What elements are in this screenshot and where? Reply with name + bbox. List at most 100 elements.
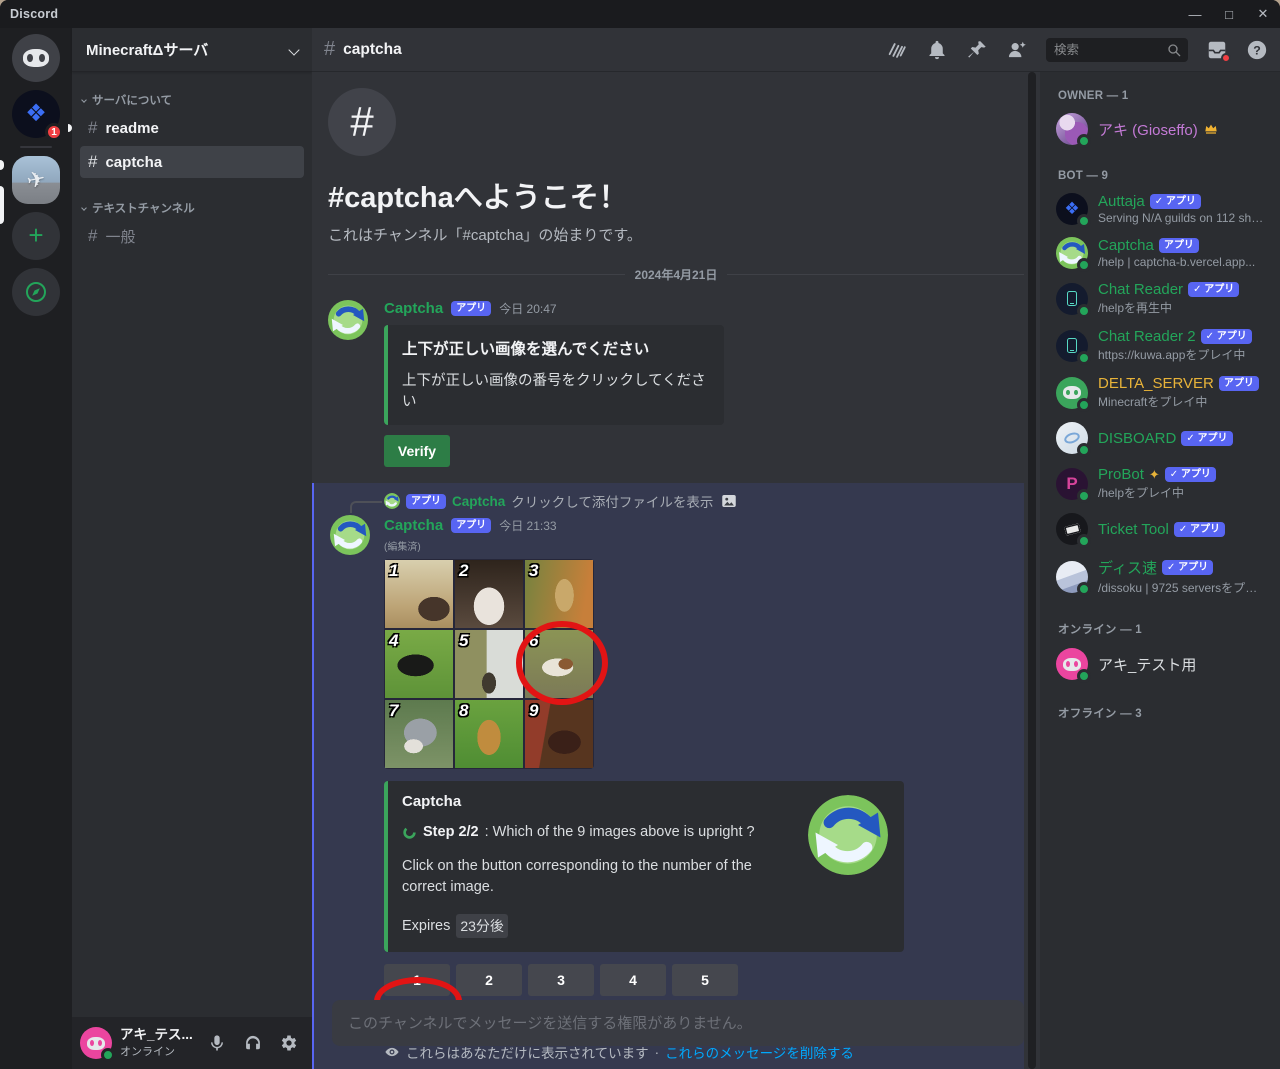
app-badge: アプリ — [451, 518, 491, 533]
selected-server-pill — [0, 186, 4, 224]
captcha-image-4[interactable]: 4 — [385, 630, 453, 698]
captcha-image-9[interactable]: 9 — [525, 700, 593, 768]
step-label: Step 2/2 — [423, 824, 479, 840]
app-title: Discord — [10, 7, 58, 21]
mic-button[interactable] — [202, 1028, 232, 1058]
user-avatar[interactable] — [80, 1027, 112, 1059]
chevron-down-icon — [288, 44, 299, 55]
captcha-image-grid[interactable]: 1 2 3 4 5 6 7 8 9 — [384, 559, 594, 769]
member-avatar — [1056, 561, 1088, 593]
image-number: 4 — [389, 631, 398, 651]
threads-button[interactable] — [886, 39, 908, 61]
captcha-image-7[interactable]: 7 — [385, 700, 453, 768]
rail-divider — [20, 146, 52, 148]
member-list-toggle-button[interactable] — [1006, 39, 1028, 61]
notification-settings-button[interactable] — [926, 39, 948, 61]
server-icon-active[interactable]: ✈ — [12, 156, 60, 204]
inbox-button[interactable] — [1206, 39, 1228, 61]
message-timestamp: 今日 21:33 — [499, 517, 556, 534]
minimize-button[interactable]: — — [1178, 0, 1212, 28]
hash-icon: # — [88, 226, 97, 246]
hash-icon: # — [88, 118, 97, 138]
channel-captcha[interactable]: # captcha — [80, 146, 304, 178]
verify-button[interactable]: Verify — [384, 435, 450, 467]
member-row-auttaja[interactable]: ❖ Auttaja ✓ アプリ Serving N/A guilds on 11… — [1048, 188, 1272, 230]
home-button[interactable] — [12, 34, 60, 82]
discord-logo-icon — [23, 49, 49, 67]
channel-general[interactable]: # 一般 — [80, 220, 304, 252]
captcha-image-2[interactable]: 2 — [455, 560, 523, 628]
bot-avatar[interactable] — [328, 300, 368, 340]
maximize-button[interactable]: □ — [1212, 0, 1246, 28]
reply-reference[interactable]: アプリ Captcha クリックして添付ファイルを表示 — [384, 491, 1008, 511]
captcha-image-6[interactable]: 6 — [525, 630, 593, 698]
chat-scrollbar[interactable] — [1028, 72, 1036, 1069]
answer-button-5[interactable]: 5 — [672, 964, 738, 996]
bot-avatar[interactable] — [330, 515, 370, 555]
deafen-button[interactable] — [238, 1028, 268, 1058]
add-server-button[interactable]: + — [12, 212, 60, 260]
answer-button-2[interactable]: 2 — [456, 964, 522, 996]
app-badge: ✓ アプリ — [1188, 282, 1239, 297]
online-status-dot — [1077, 669, 1091, 683]
app-badge: ✓ アプリ — [1165, 467, 1216, 482]
category-label: サーバについて — [92, 92, 172, 108]
member-row-owner[interactable]: アキ (Gioseffo) — [1048, 108, 1272, 150]
settings-button[interactable] — [274, 1028, 304, 1058]
message-input[interactable] — [348, 1015, 1008, 1032]
search-input[interactable] — [1054, 43, 1166, 57]
explore-servers-button[interactable] — [12, 268, 60, 316]
member-row-ticket-tool[interactable]: Ticket Tool ✓ アプリ — [1048, 508, 1272, 550]
category-text-channels[interactable]: テキストチャンネル — [80, 194, 304, 220]
welcome-title: #captchaへようこそ！ — [328, 174, 1024, 216]
channel-name: captcha — [105, 154, 162, 171]
captcha-image-8[interactable]: 8 — [455, 700, 523, 768]
captcha-image-1[interactable]: 1 — [385, 560, 453, 628]
diamond-logo-icon: ❖ — [25, 102, 47, 126]
embed-thumbnail[interactable] — [808, 795, 888, 875]
server-icon-unread[interactable]: ❖ 1 — [12, 90, 60, 138]
unread-indicator-pill — [0, 160, 4, 170]
pinned-messages-button[interactable] — [966, 39, 988, 61]
member-avatar — [1056, 648, 1088, 680]
captcha-image-5[interactable]: 5 — [455, 630, 523, 698]
online-status-dot — [1077, 443, 1091, 457]
ephemeral-message-block: アプリ Captcha クリックして添付ファイルを表示 Captcha アプリ … — [312, 483, 1024, 1069]
app-badge: アプリ — [1219, 376, 1259, 391]
expires-label: Expires — [402, 918, 450, 934]
member-status: Serving N/A guilds on 112 sha... — [1098, 211, 1264, 225]
message-author[interactable]: Captcha — [384, 300, 443, 317]
member-row-chat-reader-2[interactable]: Chat Reader 2 ✓ アプリ https://kuwa.appをプレイ… — [1048, 323, 1272, 368]
answer-button-3[interactable]: 3 — [528, 964, 594, 996]
app-badge: アプリ — [1159, 238, 1199, 253]
close-button[interactable]: ✕ — [1246, 0, 1280, 28]
online-status-dot — [1077, 489, 1091, 503]
expires-value: 23分後 — [456, 914, 508, 938]
member-avatar — [1056, 330, 1088, 362]
captcha-logo-icon — [330, 515, 370, 555]
channel-readme[interactable]: # readme — [80, 112, 304, 144]
member-row-disboard[interactable]: DISBOARD ✓ アプリ — [1048, 417, 1272, 459]
category-server-info[interactable]: サーバについて — [80, 86, 304, 112]
captcha-logo-icon — [328, 300, 368, 340]
member-row-probot[interactable]: P ProBot ✦ ✓ アプリ /helpをプレイ中 — [1048, 461, 1272, 506]
message-author[interactable]: Captcha — [384, 517, 443, 534]
online-status-dot — [1077, 258, 1091, 272]
server-header[interactable]: MinecraftΔサーバ — [72, 28, 312, 72]
channel-sidebar: MinecraftΔサーバ サーバについて # readme # captcha… — [72, 28, 312, 1069]
section-online: オンライン — 1 — [1048, 603, 1272, 643]
member-row-aki-test[interactable]: アキ_テスト用 — [1048, 643, 1272, 685]
answer-button-4[interactable]: 4 — [600, 964, 666, 996]
member-row-chat-reader[interactable]: Chat Reader ✓ アプリ /helpを再生中 — [1048, 276, 1272, 321]
member-row-delta-server[interactable]: DELTA_SERVER アプリ Minecraftをプレイ中 — [1048, 370, 1272, 415]
member-row-dissoku[interactable]: ディス速 ✓ アプリ /dissoku | 9725 serversをプレ… — [1048, 552, 1272, 601]
unread-indicator-pill — [68, 124, 72, 132]
member-row-captcha[interactable]: Captcha アプリ /help | captcha-b.vercel.app… — [1048, 232, 1272, 274]
help-button[interactable] — [1246, 39, 1268, 61]
search-box[interactable] — [1046, 38, 1188, 62]
user-info[interactable]: アキ_テス... オンライン — [120, 1027, 193, 1059]
captcha-image-3[interactable]: 3 — [525, 560, 593, 628]
gear-icon — [279, 1033, 299, 1053]
answer-button-1[interactable]: 1 — [384, 964, 450, 996]
captcha-logo-icon — [808, 795, 888, 875]
